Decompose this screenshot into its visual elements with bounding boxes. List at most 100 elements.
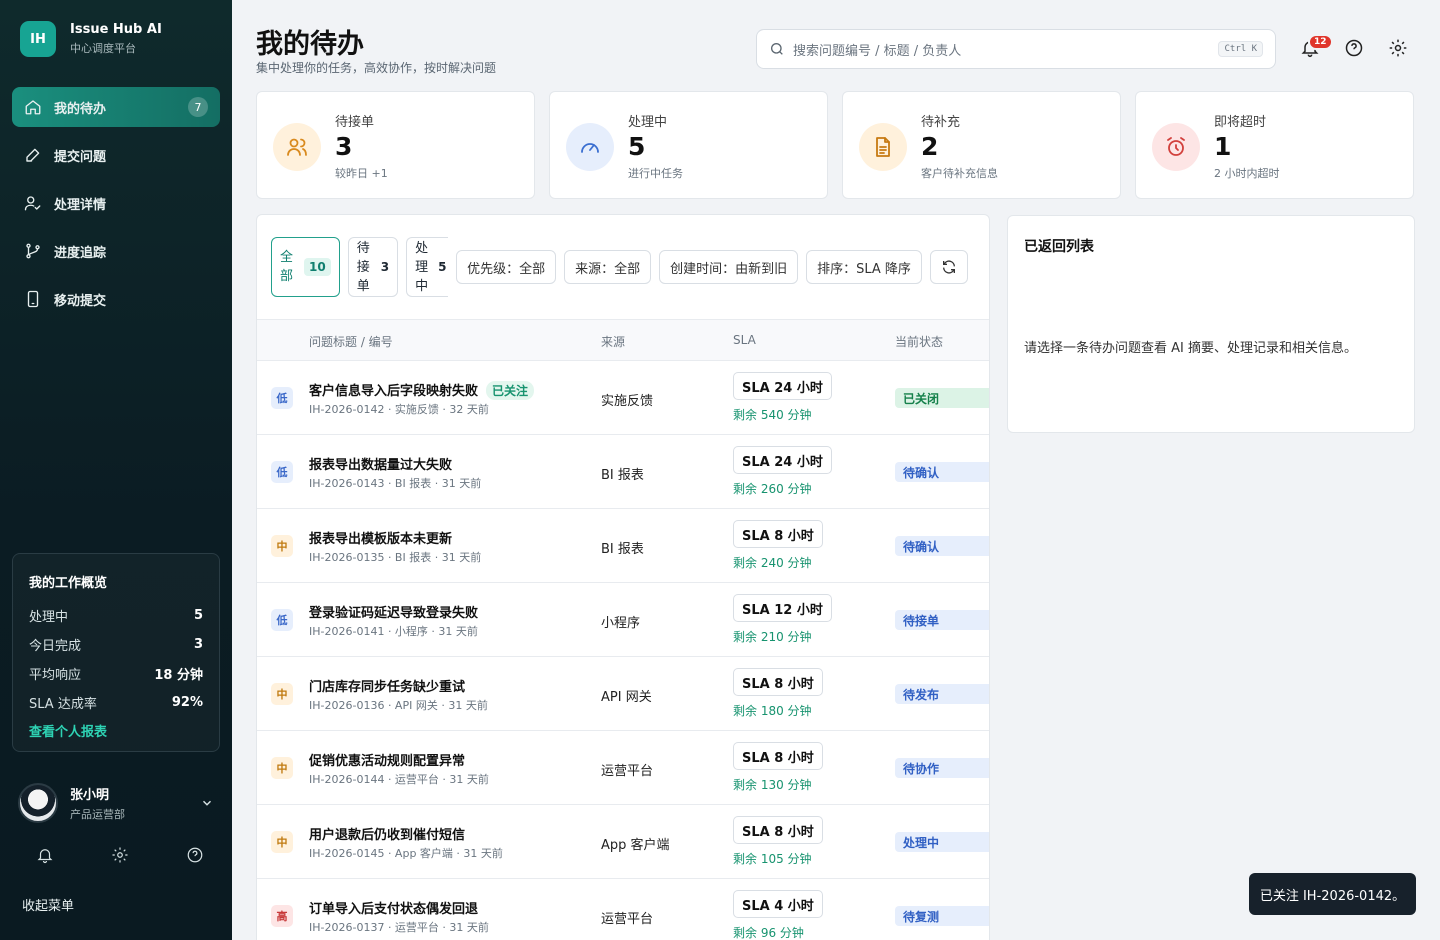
users-icon — [273, 123, 321, 171]
toast-notification: 已关注 IH-2026-0142。 — [1249, 873, 1416, 915]
status-badge: 已关闭 — [895, 388, 989, 408]
stat-card-pending[interactable]: 待接单 3 较昨日 +1 — [256, 91, 535, 199]
search-input[interactable]: 搜索问题编号 / 标题 / 负责人 Ctrl K — [756, 29, 1276, 69]
stat-card-near-timeout[interactable]: 即将超时 1 2 小时内超时 — [1135, 91, 1414, 199]
page-title: 我的待办 — [256, 29, 364, 60]
tab-pending[interactable]: 待接单 3 — [347, 237, 399, 297]
stat-note: 较昨日 +1 — [335, 167, 388, 180]
user-menu[interactable]: 张小明 产品运营部 — [18, 783, 214, 823]
stat-label: 待接单 — [335, 115, 375, 130]
issue-meta: IH-2026-0137 · 运营平台 · 31 天前 — [309, 921, 489, 934]
mobile-icon — [24, 290, 42, 308]
sidebar-item-submit[interactable]: 提交问题 — [12, 135, 220, 175]
stat-label: 待补充 — [921, 115, 961, 130]
todo-count-badge: 7 — [188, 97, 208, 117]
overview-value: 5 — [193, 608, 203, 623]
sidebar-item-label: 提交问题 — [54, 149, 107, 165]
source-filter[interactable]: 来源：全部 — [564, 250, 652, 284]
overview-value: 18 分钟 — [154, 668, 203, 683]
sidebar-footer-icons — [36, 846, 204, 864]
table-row[interactable]: 高 订单导入后支付状态偶发回退 IH-2026-0137 · 运营平台 · 31… — [257, 879, 989, 940]
settings-button[interactable] — [1388, 38, 1408, 58]
priority-badge: 中 — [271, 757, 293, 779]
sidebar-item-label: 我的待办 — [54, 101, 107, 117]
collapse-menu-button[interactable]: 收起菜单 — [22, 895, 74, 914]
issue-meta: IH-2026-0136 · API 网关 · 31 天前 — [309, 699, 488, 712]
status-badge: 待复测 — [895, 906, 989, 926]
stat-label: 即将超时 — [1214, 115, 1267, 130]
overview-label: SLA 达成率 — [29, 697, 97, 712]
issue-source: API 网关 — [601, 690, 652, 705]
table-row[interactable]: 低 登录验证码延迟导致登录失败 IH-2026-0141 · 小程序 · 31 … — [257, 583, 989, 657]
table-row[interactable]: 中 促销优惠活动规则配置异常 IH-2026-0144 · 运营平台 · 31 … — [257, 731, 989, 805]
tab-all[interactable]: 全部 10 — [271, 237, 340, 297]
help-icon[interactable] — [186, 846, 204, 864]
table-row[interactable]: 中 报表导出模板版本未更新 IH-2026-0135 · BI 报表 · 31 … — [257, 509, 989, 583]
gear-icon[interactable] — [111, 846, 129, 864]
notifications-button[interactable]: 12 — [1300, 34, 1333, 58]
priority-filter[interactable]: 优先级：全部 — [456, 250, 557, 284]
overview-label: 平均响应 — [29, 668, 82, 683]
column-source: 来源 — [601, 335, 626, 349]
sidebar-item-details[interactable]: 处理详情 — [12, 183, 220, 223]
created-time-filter[interactable]: 创建时间：由新到旧 — [659, 250, 799, 284]
issue-source: 运营平台 — [601, 764, 654, 779]
tab-label: 待接单 — [356, 240, 370, 294]
issue-title: 门店库存同步任务缺少重试 — [309, 680, 466, 695]
issue-meta: IH-2026-0145 · App 客户端 · 31 天前 — [309, 847, 503, 860]
sla-remaining: 剩余 130 分钟 — [733, 778, 812, 792]
issue-title: 促销优惠活动规则配置异常 — [309, 754, 466, 769]
sla-badge: SLA 24 小时 — [733, 446, 832, 474]
priority-badge: 低 — [271, 609, 293, 631]
overview-value: 92% — [171, 695, 203, 710]
sla-badge: SLA 8 小时 — [733, 668, 823, 696]
user-check-icon — [24, 194, 42, 212]
column-sla: SLA — [733, 333, 756, 347]
overview-title: 我的工作概览 — [29, 576, 108, 591]
issue-meta: IH-2026-0144 · 运营平台 · 31 天前 — [309, 773, 489, 786]
search-shortcut: Ctrl K — [1218, 41, 1263, 57]
table-header: 问题标题 / 编号 来源 SLA 当前状态 — [257, 319, 989, 361]
sla-remaining: 剩余 96 分钟 — [733, 926, 804, 940]
bell-icon[interactable] — [36, 846, 54, 864]
refresh-button[interactable] — [929, 250, 968, 284]
table-row[interactable]: 中 用户退款后仍收到催付短信 IH-2026-0145 · App 客户端 · … — [257, 805, 989, 879]
tab-count: 3 — [380, 260, 390, 274]
issue-title: 报表导出模板版本未更新 — [309, 532, 453, 547]
brand-logo: IH — [20, 21, 56, 57]
status-badge: 待协作 — [895, 758, 989, 778]
home-icon — [24, 98, 42, 116]
search-icon — [771, 43, 783, 55]
table-row[interactable]: 低 报表导出数据量过大失败 IH-2026-0143 · BI 报表 · 31 … — [257, 435, 989, 509]
sla-badge: SLA 4 小时 — [733, 890, 823, 918]
priority-badge: 中 — [271, 831, 293, 853]
table-row[interactable]: 中 门店库存同步任务缺少重试 IH-2026-0136 · API 网关 · 3… — [257, 657, 989, 731]
sidebar-item-mobile[interactable]: 移动提交 — [12, 279, 220, 319]
sort-filter[interactable]: 排序：SLA 降序 — [806, 250, 922, 284]
stat-card-processing[interactable]: 处理中 5 进行中任务 — [549, 91, 828, 199]
stat-note: 客户待补充信息 — [921, 167, 998, 180]
stat-card-need-info[interactable]: 待补充 2 客户待补充信息 — [842, 91, 1121, 199]
sla-badge: SLA 12 小时 — [733, 594, 832, 622]
brand: IH Issue Hub AI 中心调度平台 — [20, 21, 162, 57]
filter-bar: 全部 10 待接单 3 处理中 5 优先级：全部 来源：全部 创建时间：由新到旧… — [271, 237, 968, 297]
stat-note: 进行中任务 — [628, 167, 683, 180]
help-button[interactable] — [1344, 38, 1364, 58]
chevron-down-icon[interactable] — [200, 796, 214, 810]
issue-meta: IH-2026-0135 · BI 报表 · 31 天前 — [309, 551, 482, 564]
brand-name: Issue Hub AI — [70, 22, 162, 37]
priority-badge: 低 — [271, 387, 293, 409]
sla-remaining: 剩余 105 分钟 — [733, 852, 812, 866]
tab-processing[interactable]: 处理中 5 — [406, 237, 449, 297]
table-row[interactable]: 低 客户信息导入后字段映射失败 已关注 IH-2026-0142 · 实施反馈 ·… — [257, 361, 989, 435]
status-badge: 待发布 — [895, 684, 989, 704]
sidebar-item-progress[interactable]: 进度追踪 — [12, 231, 220, 271]
tab-count: 5 — [438, 260, 447, 274]
status-badge: 处理中 — [895, 832, 989, 852]
sla-remaining: 剩余 260 分钟 — [733, 482, 812, 496]
overview-row: 平均响应 18 分钟 — [29, 659, 203, 688]
work-overview-card: 我的工作概览 处理中 5 今日完成 3 平均响应 18 分钟 SLA 达成率 92% 查… — [12, 553, 220, 752]
personal-report-link[interactable]: 查看个人报表 — [29, 721, 203, 740]
sidebar-item-todo[interactable]: 我的待办 7 — [12, 87, 220, 127]
sla-badge: SLA 8 小时 — [733, 742, 823, 770]
